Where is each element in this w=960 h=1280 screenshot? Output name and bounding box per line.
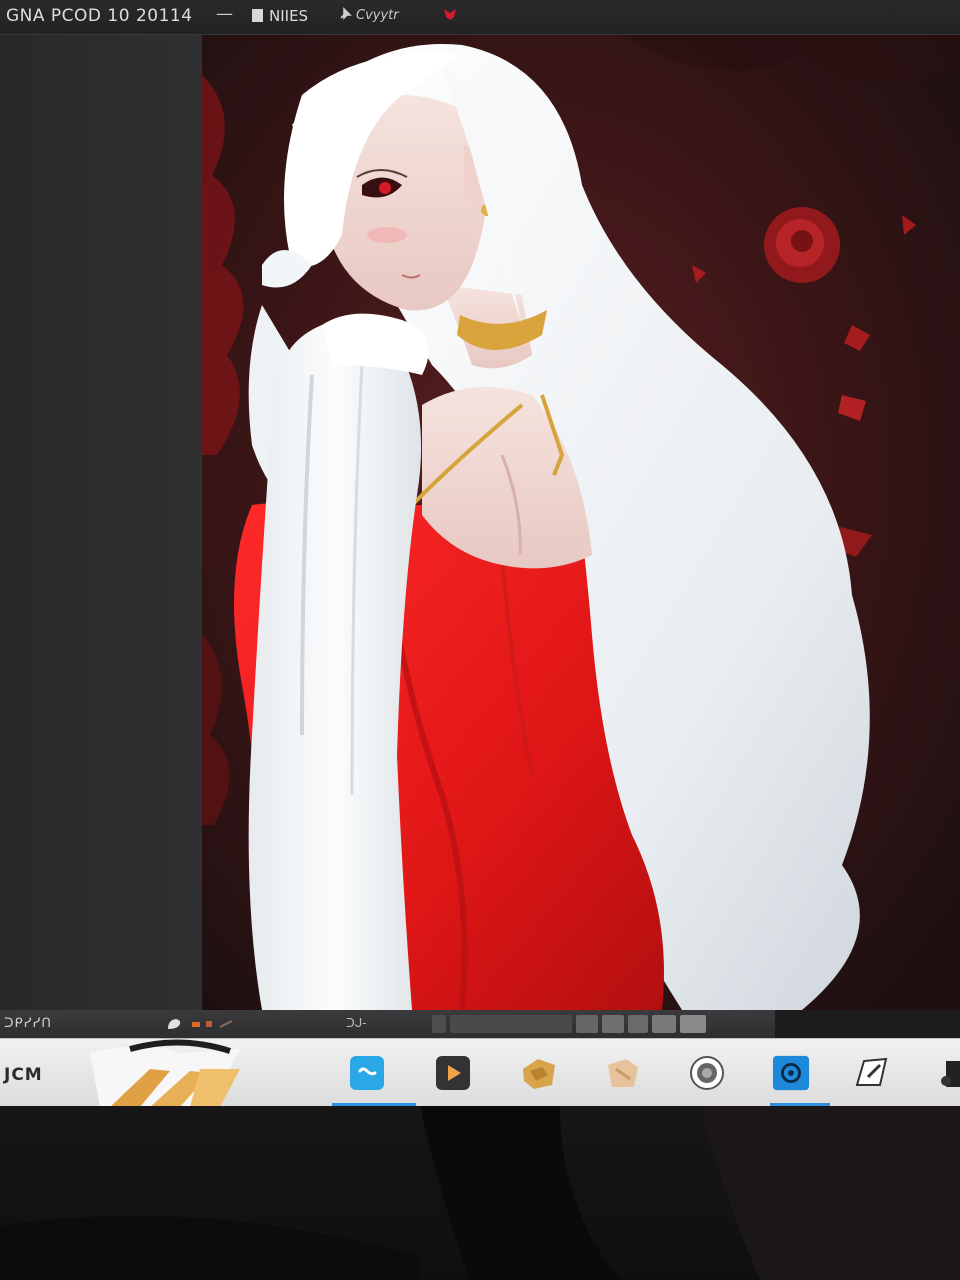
- brush-tool-icon[interactable]: [166, 1017, 182, 1031]
- slider-segment[interactable]: [680, 1015, 706, 1033]
- screen-recorder-icon[interactable]: [772, 1054, 810, 1092]
- status-bar: ᑐᑭᓯᓯᑎ ᑐᒍ-: [0, 1010, 775, 1038]
- taskbar: JCM: [0, 1038, 960, 1107]
- menu-item-niies-label: NIIES: [269, 7, 309, 25]
- menu-item-cvyytr-label: Cvyytr: [356, 8, 399, 23]
- monitor-bezel-area: [0, 1106, 960, 1280]
- slider-segment[interactable]: [652, 1015, 676, 1033]
- slider-segment[interactable]: [432, 1015, 446, 1033]
- folder-puzzle-icon[interactable]: [520, 1054, 558, 1092]
- red-flower-icon[interactable]: [441, 5, 459, 23]
- media-player-icon[interactable]: [434, 1054, 472, 1092]
- slider-segment[interactable]: [576, 1015, 598, 1033]
- slider-segment[interactable]: [602, 1015, 624, 1033]
- menu-item-niies[interactable]: NIIES: [252, 7, 308, 25]
- brand-logo-art: [90, 1039, 240, 1107]
- left-panel: [0, 35, 202, 1010]
- status-left-label: ᑐᑭᓯᓯᑎ: [4, 1016, 52, 1031]
- overflow-arrow-icon[interactable]: [936, 1054, 960, 1092]
- blue-chat-icon[interactable]: [348, 1054, 386, 1092]
- timeline-slider[interactable]: [432, 1015, 772, 1033]
- system-label: JCM: [4, 1065, 43, 1085]
- camera-lens-icon[interactable]: [688, 1054, 726, 1092]
- menu-bar: GNA PCOD 10 20114 — NIIES Cvyytr: [0, 0, 960, 35]
- title-separator: —: [216, 4, 233, 24]
- menu-item-cvyytr[interactable]: Cvyytr: [338, 7, 399, 23]
- notes-icon[interactable]: [604, 1054, 642, 1092]
- anime-illustration: [202, 35, 960, 1010]
- square-icon: [252, 9, 263, 22]
- window-title: GNA PCOD 10 20114: [6, 6, 193, 26]
- status-mid-label: ᑐᒍ-: [346, 1016, 367, 1030]
- color-swatch-icon[interactable]: [192, 1019, 242, 1029]
- reflection-shape: [0, 1106, 960, 1280]
- slider-segment[interactable]: [450, 1015, 572, 1033]
- artwork-canvas[interactable]: [202, 35, 960, 1010]
- pin-icon: [340, 7, 352, 20]
- slider-segment[interactable]: [628, 1015, 648, 1033]
- pen-edit-icon[interactable]: [852, 1054, 890, 1092]
